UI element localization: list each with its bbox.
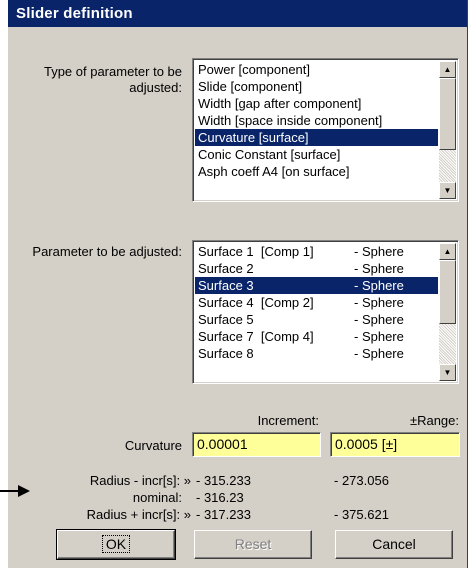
ok-button[interactable]: OK <box>56 529 176 560</box>
param-label: Parameter to be adjusted: <box>32 244 182 259</box>
param-surface-name: Surface 3 <box>198 278 254 293</box>
type-list-item[interactable]: Asph coeff A4 [on surface] <box>195 163 438 180</box>
param-surface-type: - Sphere <box>354 329 404 344</box>
type-list-item[interactable]: Slide [component] <box>195 78 438 95</box>
param-surface-type: - Sphere <box>354 295 404 310</box>
increment-field[interactable]: 0.00001 <box>192 432 321 457</box>
type-parameter-label: Type of parameter to be adjusted: <box>43 64 182 95</box>
param-list-item[interactable]: Surface 3 - Sphere <box>195 277 438 294</box>
slider-definition-dialog: Slider definition Type of parameter to b… <box>7 0 468 568</box>
param-list-item[interactable]: Surface 1 [Comp 1] - Sphere <box>195 243 438 260</box>
range-header: ±Range: <box>409 413 459 428</box>
increment-header: Increment: <box>257 413 319 428</box>
radius-plus-range: - 375.621 <box>334 507 389 522</box>
param-list-item[interactable]: Surface 5 - Sphere <box>195 311 438 328</box>
type-list-item[interactable]: Width [gap after component] <box>195 95 438 112</box>
param-surface-type: - Sphere <box>354 278 404 293</box>
type-list-item[interactable]: Conic Constant [surface] <box>195 146 438 163</box>
param-list-item[interactable]: Surface 4 [Comp 2] - Sphere <box>195 294 438 311</box>
radius-plus-label: Radius + incr[s]: » <box>86 507 191 522</box>
scroll-up-icon[interactable]: ▲ <box>439 243 456 260</box>
nominal-label: nominal: <box>132 490 182 505</box>
nominal-value: - 316.23 <box>196 490 244 505</box>
type-list-item[interactable]: Width [space inside component] <box>195 112 438 129</box>
type-parameter-items: Power [component] Slide [component] Width … <box>195 61 438 180</box>
type-list-item[interactable]: Power [component] <box>195 61 438 78</box>
param-surface-name: Surface 5 <box>198 312 254 327</box>
type-list-item[interactable]: Curvature [surface] <box>195 129 438 146</box>
param-surface-type: - Sphere <box>354 261 404 276</box>
type-scroll-thumb[interactable] <box>439 78 456 150</box>
range-field[interactable]: 0.0005 [±] <box>330 432 460 457</box>
type-scrollbar[interactable]: ▲ ▼ <box>439 61 456 199</box>
param-list-item[interactable]: Surface 7 [Comp 4] - Sphere <box>195 328 438 345</box>
cancel-button[interactable]: Cancel <box>335 530 453 559</box>
param-surface-type: - Sphere <box>354 346 404 361</box>
param-surface-type: - Sphere <box>354 244 404 259</box>
param-list-item[interactable]: Surface 8 - Sphere <box>195 345 438 362</box>
radius-minus-range: - 273.056 <box>334 473 389 488</box>
arrow-right-icon <box>0 485 30 497</box>
param-listbox[interactable]: Surface 1 [Comp 1] - Sphere Surface 2 - Sph… <box>192 240 459 384</box>
window-title: Slider definition <box>8 0 467 27</box>
param-items: Surface 1 [Comp 1] - Sphere Surface 2 - Sph… <box>195 243 438 362</box>
curvature-label: Curvature <box>124 438 182 453</box>
reset-button[interactable]: Reset <box>194 530 312 559</box>
param-surface-name: Surface 4 [Comp 2] <box>198 295 314 310</box>
radius-minus-increment: - 315.233 <box>196 473 251 488</box>
scroll-down-icon[interactable]: ▼ <box>439 182 456 199</box>
param-surface-name: Surface 2 <box>198 261 254 276</box>
param-surface-name: Surface 8 <box>198 346 254 361</box>
radius-plus-increment: - 317.233 <box>196 507 251 522</box>
param-surface-name: Surface 7 [Comp 4] <box>198 329 314 344</box>
param-surface-type: - Sphere <box>354 312 404 327</box>
scroll-up-icon[interactable]: ▲ <box>439 61 456 78</box>
type-parameter-listbox[interactable]: Power [component] Slide [component] Width … <box>192 58 459 202</box>
ok-button-label: OK <box>101 535 131 553</box>
param-list-item[interactable]: Surface 2 - Sphere <box>195 260 438 277</box>
scroll-down-icon[interactable]: ▼ <box>439 364 456 381</box>
param-surface-name: Surface 1 [Comp 1] <box>198 244 314 259</box>
param-scrollbar[interactable]: ▲ ▼ <box>439 243 456 381</box>
radius-minus-label: Radius - incr[s]: » <box>89 473 191 488</box>
param-scroll-thumb[interactable] <box>439 260 456 324</box>
